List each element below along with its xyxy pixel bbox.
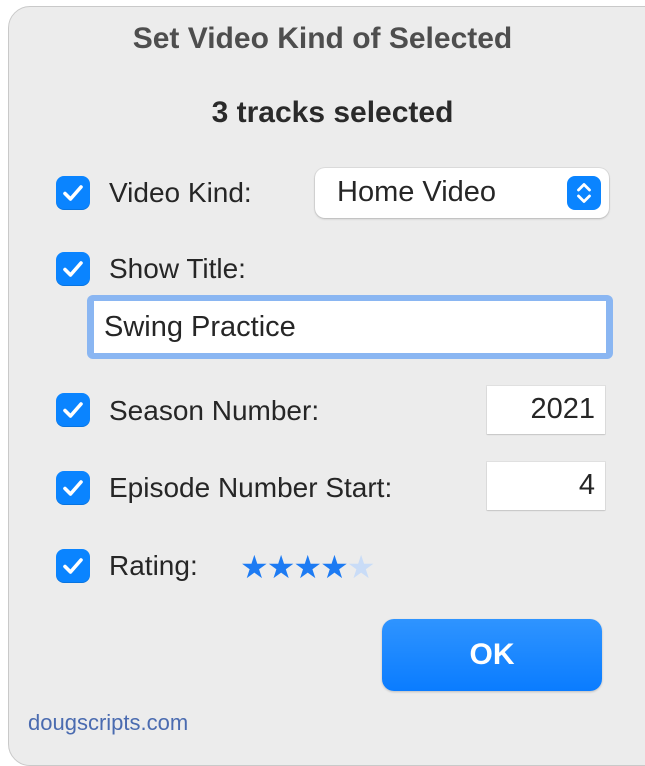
- checkmark-icon: [63, 185, 83, 201]
- show-title-label: Show Title:: [109, 253, 246, 284]
- up-down-chevron-icon: [567, 176, 601, 210]
- episode-number-start-checkbox[interactable]: [56, 471, 90, 505]
- video-kind-value: Home Video: [337, 176, 497, 208]
- star-icon[interactable]: ★: [320, 549, 349, 585]
- video-kind-label: Video Kind:: [109, 177, 252, 208]
- rating-label: Rating:: [109, 550, 198, 581]
- selection-count: 3 tracks selected: [211, 96, 454, 129]
- rating-checkbox[interactable]: [56, 549, 90, 583]
- star-icon[interactable]: ★: [293, 549, 322, 585]
- season-number-label: Season Number:: [109, 395, 320, 426]
- show-title-input[interactable]: [94, 301, 606, 353]
- credit-link[interactable]: dougscripts.com: [28, 710, 188, 736]
- dialog-title: Set Video Kind of Selected: [132, 22, 513, 55]
- checkmark-icon: [63, 261, 83, 277]
- star-icon[interactable]: ★: [267, 549, 296, 585]
- video-kind-checkbox[interactable]: [56, 176, 90, 210]
- season-number-checkbox[interactable]: [56, 393, 90, 427]
- show-title-checkbox[interactable]: [56, 252, 90, 286]
- episode-number-start-input[interactable]: 4: [487, 462, 605, 510]
- checkmark-icon: [63, 558, 83, 574]
- star-icon[interactable]: ★: [347, 549, 376, 585]
- ok-button[interactable]: OK: [382, 619, 602, 691]
- star-icon[interactable]: ★: [240, 549, 269, 585]
- rating-control[interactable]: ★★★★★: [240, 548, 376, 586]
- checkmark-icon: [63, 480, 83, 496]
- video-kind-popup[interactable]: Home Video: [315, 168, 609, 218]
- checkmark-icon: [63, 402, 83, 418]
- episode-number-start-label: Episode Number Start:: [109, 472, 393, 503]
- season-number-input[interactable]: 2021: [487, 386, 605, 434]
